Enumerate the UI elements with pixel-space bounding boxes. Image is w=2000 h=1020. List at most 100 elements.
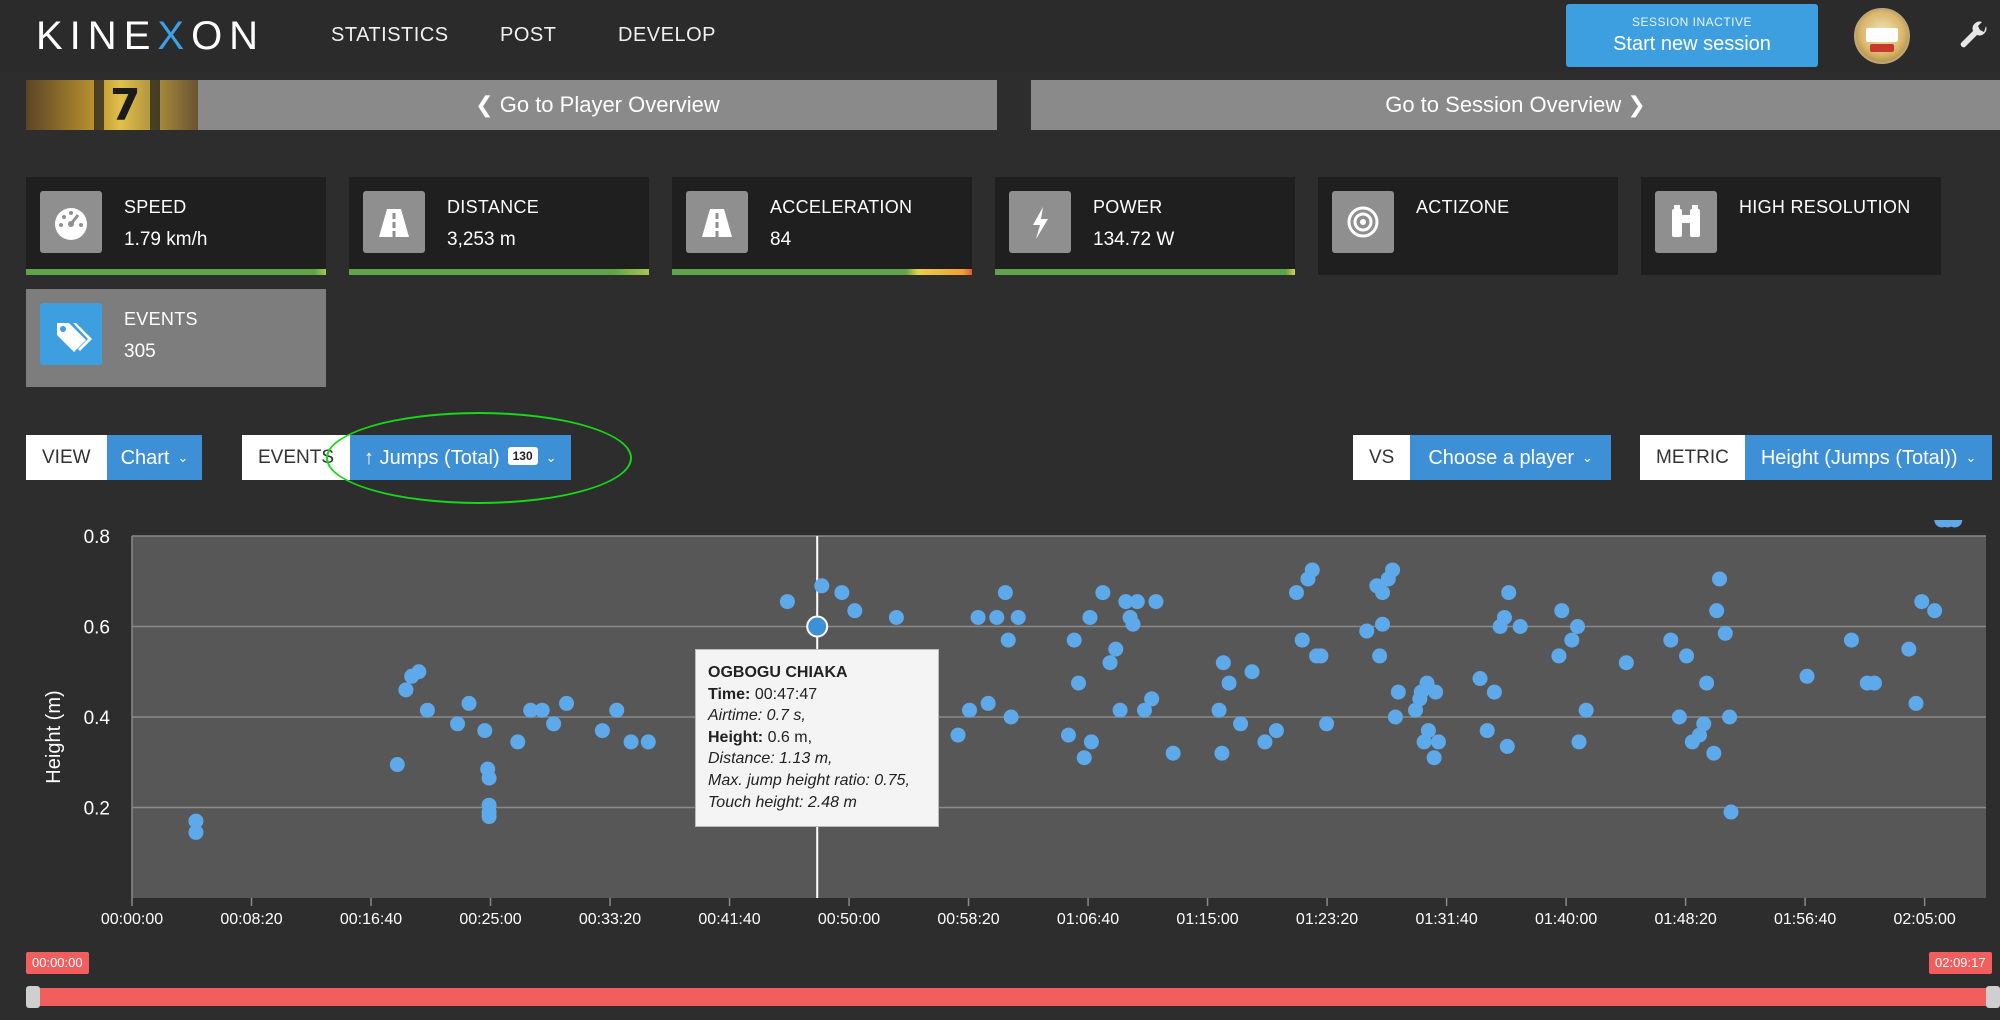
data-point[interactable] <box>1843 632 1859 648</box>
card-speed[interactable]: SPEED 1.79 km/h <box>26 177 326 275</box>
data-point[interactable] <box>1428 684 1444 700</box>
data-point[interactable] <box>1671 709 1687 725</box>
data-point[interactable] <box>1722 709 1738 725</box>
data-point[interactable] <box>1512 619 1528 634</box>
data-point[interactable] <box>1083 734 1099 750</box>
data-point[interactable] <box>1385 562 1401 578</box>
kinexon-logo[interactable]: KINEXON <box>36 14 265 59</box>
card-events[interactable]: EVENTS 305 <box>26 289 326 387</box>
data-point[interactable] <box>1211 702 1227 718</box>
data-point[interactable] <box>559 695 575 711</box>
data-point[interactable] <box>1000 632 1016 648</box>
data-point[interactable] <box>1712 571 1728 587</box>
data-point[interactable] <box>510 734 526 750</box>
data-point[interactable] <box>1479 723 1495 739</box>
data-point[interactable] <box>1066 632 1082 648</box>
timeline-range-slider[interactable] <box>26 988 2000 1006</box>
data-point[interactable] <box>779 594 795 610</box>
data-point[interactable] <box>1319 716 1335 732</box>
data-point[interactable] <box>1233 716 1249 732</box>
data-point[interactable] <box>1003 709 1019 725</box>
data-point[interactable] <box>1901 641 1917 657</box>
jump-height-scatter-chart[interactable]: 0.20.40.60.8 00:00:00 00:08:20 00:16:40 00:… <box>0 520 2000 940</box>
metric-select[interactable]: Height (Jumps (Total)) ⌄ <box>1744 435 1993 480</box>
data-point[interactable] <box>461 695 477 711</box>
data-point[interactable] <box>1717 625 1733 641</box>
data-point[interactable] <box>1908 695 1924 711</box>
data-point[interactable] <box>1554 603 1570 619</box>
data-point[interactable] <box>1165 745 1181 761</box>
data-point[interactable] <box>1304 562 1320 578</box>
timeline-end-handle[interactable] <box>1986 986 2000 1008</box>
card-power[interactable]: POWER 134.72 W <box>995 177 1295 275</box>
data-point[interactable] <box>1082 609 1098 625</box>
data-point[interactable] <box>1426 750 1442 766</box>
data-point[interactable] <box>411 664 427 680</box>
data-point[interactable] <box>1501 585 1517 601</box>
data-point[interactable] <box>1387 709 1403 725</box>
data-point[interactable] <box>188 824 204 840</box>
data-point[interactable] <box>1663 632 1679 648</box>
data-point[interactable] <box>1496 609 1512 625</box>
data-point[interactable] <box>1257 734 1273 750</box>
data-point[interactable] <box>1129 594 1145 610</box>
nav-statistics[interactable]: STATISTICS <box>331 24 449 47</box>
data-point[interactable] <box>1268 723 1284 739</box>
card-distance[interactable]: DISTANCE 3,253 m <box>349 177 649 275</box>
data-point[interactable] <box>1430 734 1446 750</box>
data-point[interactable] <box>1390 684 1406 700</box>
data-point[interactable] <box>419 702 435 718</box>
data-point[interactable] <box>1375 616 1391 632</box>
data-point[interactable] <box>950 727 966 743</box>
data-point[interactable] <box>1564 632 1580 648</box>
data-point[interactable] <box>1723 804 1739 820</box>
data-point[interactable] <box>1914 594 1930 610</box>
go-to-session-overview-button[interactable]: Go to Session Overview ❯ <box>1031 80 2000 130</box>
view-select[interactable]: Chart ⌄ <box>106 435 203 480</box>
data-point[interactable] <box>623 734 639 750</box>
data-point[interactable] <box>1125 616 1141 632</box>
data-point[interactable] <box>1112 702 1128 718</box>
data-point[interactable] <box>1499 738 1515 754</box>
data-point[interactable] <box>1696 716 1712 732</box>
data-point[interactable] <box>1288 585 1304 601</box>
data-point[interactable] <box>1215 655 1231 671</box>
data-point[interactable] <box>1010 609 1026 625</box>
card-actizone[interactable]: ACTIZONE <box>1318 177 1618 275</box>
data-point[interactable] <box>1148 594 1164 610</box>
events-select[interactable]: ↑ Jumps (Total) 130 ⌄ <box>350 435 571 480</box>
data-point[interactable] <box>450 716 466 732</box>
card-acceleration[interactable]: ACCELERATION 84 <box>672 177 972 275</box>
data-point[interactable] <box>814 578 830 594</box>
data-point[interactable] <box>1060 727 1076 743</box>
data-point[interactable] <box>970 609 986 625</box>
data-point[interactable] <box>1076 750 1092 766</box>
data-point[interactable] <box>1144 691 1160 707</box>
data-point[interactable] <box>1221 675 1237 691</box>
data-point[interactable] <box>1799 668 1815 684</box>
data-point[interactable] <box>534 702 550 718</box>
data-point[interactable] <box>1359 623 1375 639</box>
data-point[interactable] <box>389 757 405 773</box>
data-point[interactable] <box>962 702 978 718</box>
data-point[interactable] <box>888 609 904 625</box>
data-point[interactable] <box>1699 675 1715 691</box>
start-new-session-button[interactable]: SESSION INACTIVE Start new session <box>1566 4 1818 67</box>
data-point[interactable] <box>1570 619 1586 634</box>
data-point[interactable] <box>1108 641 1124 657</box>
data-point[interactable] <box>1866 675 1882 691</box>
data-point[interactable] <box>1095 585 1111 601</box>
data-point[interactable] <box>640 734 656 750</box>
timeline-start-handle[interactable] <box>26 986 40 1008</box>
choose-player-select[interactable]: Choose a player ⌄ <box>1410 435 1611 480</box>
data-point[interactable] <box>1551 648 1567 664</box>
data-point[interactable] <box>1071 675 1087 691</box>
team-logo-avatar[interactable] <box>1854 8 1910 64</box>
data-point[interactable] <box>980 695 996 711</box>
data-point[interactable] <box>609 702 625 718</box>
go-to-player-overview-button[interactable]: ❮ Go to Player Overview <box>198 80 997 130</box>
data-point[interactable] <box>989 609 1005 625</box>
data-point[interactable] <box>1102 655 1118 671</box>
data-point[interactable] <box>1244 664 1260 680</box>
data-point[interactable] <box>398 682 414 698</box>
